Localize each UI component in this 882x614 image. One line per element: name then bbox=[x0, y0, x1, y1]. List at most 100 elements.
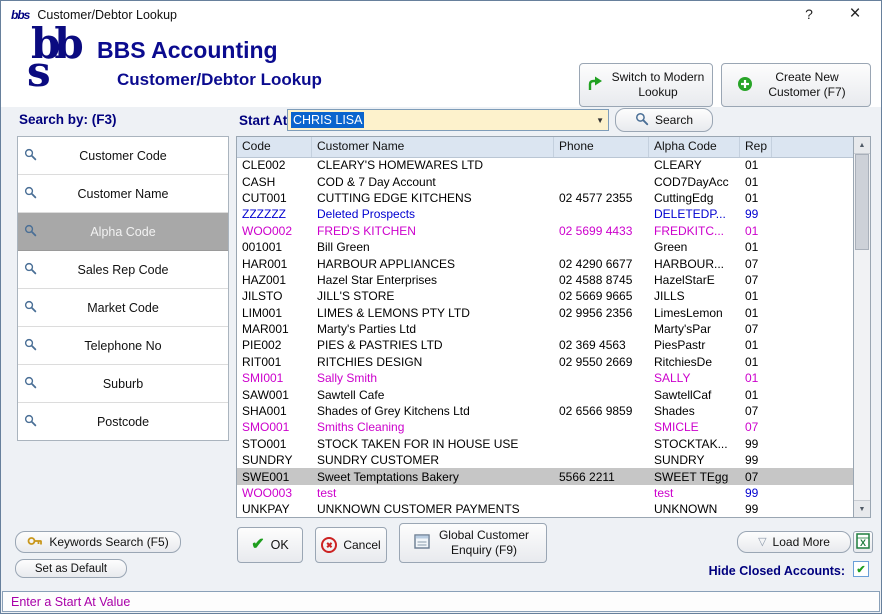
cell-name: CUTTING EDGE KITCHENS bbox=[312, 190, 554, 206]
set-as-default-button[interactable]: Set as Default bbox=[15, 559, 127, 578]
cell-name: Sally Smith bbox=[312, 370, 554, 386]
scroll-down-icon[interactable]: ▼ bbox=[854, 500, 870, 517]
table-row[interactable]: STO001STOCK TAKEN FOR IN HOUSE USESTOCKT… bbox=[237, 436, 853, 452]
column-header-customer-name[interactable]: Customer Name bbox=[312, 137, 554, 157]
cell-name: JILL'S STORE bbox=[312, 288, 554, 304]
titlebar: bbs Customer/Debtor Lookup ? × bbox=[1, 1, 881, 29]
cell-name: LIMES & LEMONS PTY LTD bbox=[312, 305, 554, 321]
cell-rep: 07 bbox=[740, 419, 772, 435]
sidebar-item-label: Market Code bbox=[18, 301, 228, 315]
table-row[interactable]: JILSTOJILL'S STORE02 5669 9665JILLS01 bbox=[237, 288, 853, 304]
cell-rep: 99 bbox=[740, 452, 772, 468]
hide-closed-checkbox[interactable]: ✔ bbox=[853, 561, 869, 577]
table-row[interactable]: LIM001LIMES & LEMONS PTY LTD02 9956 2356… bbox=[237, 305, 853, 321]
create-new-customer-label: Create New Customer (F7) bbox=[759, 70, 855, 100]
table-row[interactable]: SMO001Smiths CleaningSMICLE07 bbox=[237, 419, 853, 435]
magnifier-icon bbox=[24, 262, 37, 278]
table-row[interactable]: PIE002PIES & PASTRIES LTD02 369 4563Pies… bbox=[237, 337, 853, 353]
table-row[interactable]: SWE001Sweet Temptations Bakery5566 2211S… bbox=[237, 468, 853, 484]
column-header-alpha-code[interactable]: Alpha Code bbox=[649, 137, 740, 157]
scrollbar-thumb[interactable] bbox=[855, 154, 869, 250]
close-button[interactable]: × bbox=[843, 3, 867, 25]
table-row[interactable]: WOO003testtest99 bbox=[237, 485, 853, 501]
cell-rep: 07 bbox=[740, 321, 772, 337]
table-row[interactable]: 001001Bill GreenGreen01 bbox=[237, 239, 853, 255]
cell-rep: 07 bbox=[740, 469, 772, 485]
table-row[interactable]: UNKPAYUNKNOWN CUSTOMER PAYMENTSUNKNOWN99 bbox=[237, 501, 853, 517]
table-row[interactable]: CLE002CLEARY'S HOMEWARES LTDCLEARY01 bbox=[237, 157, 853, 173]
table-row[interactable]: SHA001Shades of Grey Kitchens Ltd02 6566… bbox=[237, 403, 853, 419]
column-header-code[interactable]: Code bbox=[237, 137, 312, 157]
sidebar-item-alpha-code[interactable]: Alpha Code bbox=[18, 213, 228, 251]
cell-alpha: SUNDRY bbox=[649, 452, 740, 468]
cell-code: WOO002 bbox=[237, 223, 312, 239]
switch-arrow-icon bbox=[586, 75, 604, 96]
sidebar-item-sales-rep-code[interactable]: Sales Rep Code bbox=[18, 251, 228, 289]
sidebar-item-label: Alpha Code bbox=[18, 225, 228, 239]
help-button[interactable]: ? bbox=[799, 6, 819, 22]
customer-table: CodeCustomer NamePhoneAlpha CodeRep CLE0… bbox=[236, 136, 854, 518]
cell-phone: 02 9550 2669 bbox=[554, 354, 649, 370]
cell-name: test bbox=[312, 485, 554, 501]
cell-rep: 01 bbox=[740, 288, 772, 304]
cell-rep: 01 bbox=[740, 337, 772, 353]
sidebar-item-customer-code[interactable]: Customer Code bbox=[18, 137, 228, 175]
column-header-rep[interactable]: Rep bbox=[740, 137, 772, 157]
global-customer-enquiry-button[interactable]: Global Customer Enquiry (F9) bbox=[399, 523, 547, 563]
table-row[interactable]: HAZ001Hazel Star Enterprises02 4588 8745… bbox=[237, 272, 853, 288]
sidebar-item-suburb[interactable]: Suburb bbox=[18, 365, 228, 403]
customer-table-rows: CLE002CLEARY'S HOMEWARES LTDCLEARY01CASH… bbox=[237, 157, 853, 517]
dropdown-arrow-icon[interactable]: ▼ bbox=[596, 116, 604, 125]
hide-closed-accounts-label: Hide Closed Accounts: bbox=[709, 564, 845, 578]
cell-rep: 07 bbox=[740, 256, 772, 272]
cell-phone: 5566 2211 bbox=[554, 469, 649, 485]
create-new-customer-button[interactable]: Create New Customer (F7) bbox=[721, 63, 871, 107]
cell-name: Sawtell Cafe bbox=[312, 387, 554, 403]
table-row[interactable]: WOO002FRED'S KITCHEN02 5699 4433FREDKITC… bbox=[237, 223, 853, 239]
cell-phone: 02 369 4563 bbox=[554, 337, 649, 353]
cell-rep: 01 bbox=[740, 190, 772, 206]
cancel-x-icon: ✖ bbox=[321, 537, 337, 553]
cell-rep: 99 bbox=[740, 206, 772, 222]
table-row[interactable]: RIT001RITCHIES DESIGN02 9550 2669Ritchie… bbox=[237, 354, 853, 370]
cell-code: HAR001 bbox=[237, 256, 312, 272]
load-more-button[interactable]: ▽ Load More bbox=[737, 531, 851, 553]
sidebar-item-telephone-no[interactable]: Telephone No bbox=[18, 327, 228, 365]
ok-button[interactable]: ✔ OK bbox=[237, 527, 303, 563]
table-row[interactable]: ZZZZZZDeleted ProspectsDELETEDP...99 bbox=[237, 206, 853, 222]
cell-name: Hazel Star Enterprises bbox=[312, 272, 554, 288]
cell-name: Bill Green bbox=[312, 239, 554, 255]
table-row[interactable]: MAR001Marty's Parties LtdMarty'sPar07 bbox=[237, 321, 853, 337]
table-row[interactable]: CUT001CUTTING EDGE KITCHENS02 4577 2355C… bbox=[237, 190, 853, 206]
sidebar-item-postcode[interactable]: Postcode bbox=[18, 403, 228, 440]
column-header-phone[interactable]: Phone bbox=[554, 137, 649, 157]
export-excel-button[interactable]: X bbox=[853, 531, 873, 553]
cell-phone: 02 5699 4433 bbox=[554, 223, 649, 239]
cell-rep: 01 bbox=[740, 157, 772, 173]
load-more-label: Load More bbox=[773, 535, 830, 549]
cell-alpha: CuttingEdg bbox=[649, 190, 740, 206]
sidebar-item-market-code[interactable]: Market Code bbox=[18, 289, 228, 327]
cell-rep: 01 bbox=[740, 305, 772, 321]
cell-alpha: HazelStarE bbox=[649, 272, 740, 288]
table-row[interactable]: SUNDRYSUNDRY CUSTOMERSUNDRY99 bbox=[237, 452, 853, 468]
table-row[interactable]: CASHCOD & 7 Day AccountCOD7DayAcc01 bbox=[237, 173, 853, 189]
cell-code: CLE002 bbox=[237, 157, 312, 173]
keywords-search-button[interactable]: Keywords Search (F5) bbox=[15, 531, 181, 553]
cancel-button[interactable]: ✖ Cancel bbox=[315, 527, 387, 563]
cell-code: SHA001 bbox=[237, 403, 312, 419]
cell-name: PIES & PASTRIES LTD bbox=[312, 337, 554, 353]
vertical-scrollbar[interactable]: ▲ ▼ bbox=[854, 136, 871, 518]
start-at-input[interactable]: CHRIS LISA ▼ bbox=[287, 109, 609, 131]
sidebar-item-customer-name[interactable]: Customer Name bbox=[18, 175, 228, 213]
cell-rep: 99 bbox=[740, 436, 772, 452]
table-row[interactable]: SAW001Sawtell CafeSawtellCaf01 bbox=[237, 386, 853, 402]
search-button[interactable]: Search bbox=[615, 108, 713, 132]
switch-to-modern-lookup-button[interactable]: Switch to Modern Lookup bbox=[579, 63, 713, 107]
cell-code: SAW001 bbox=[237, 387, 312, 403]
table-row[interactable]: HAR001HARBOUR APPLIANCES02 4290 6677HARB… bbox=[237, 255, 853, 271]
magnifier-icon bbox=[24, 186, 37, 202]
cell-name: Marty's Parties Ltd bbox=[312, 321, 554, 337]
table-row[interactable]: SMI001Sally SmithSALLY01 bbox=[237, 370, 853, 386]
scroll-up-icon[interactable]: ▲ bbox=[854, 137, 870, 154]
